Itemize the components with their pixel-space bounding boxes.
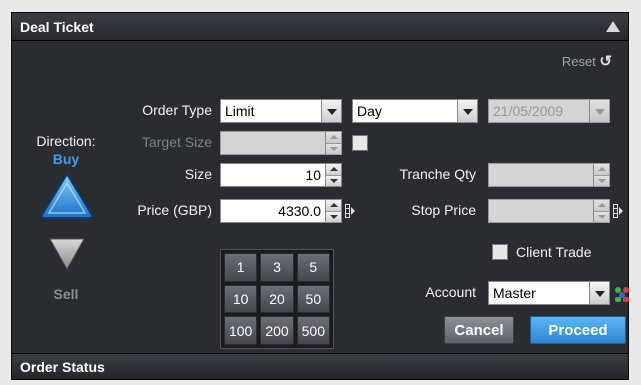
target-size-checkbox[interactable] [352,135,368,151]
stop-price-label: Stop Price [411,202,476,218]
direction-value: Buy [52,151,80,167]
sell-arrow-icon[interactable] [48,237,86,271]
expiry-date-value: 21/05/2009 [493,103,564,119]
keypad-key[interactable]: 500 [296,316,330,345]
client-trade-label: Client Trade [516,244,592,260]
keypad-key[interactable]: 1 [224,253,258,282]
panel-body: Reset ↺ Direction: Buy Sell Order Type L… [12,41,631,353]
stepper-buttons[interactable] [325,132,341,154]
client-trade-checkbox[interactable] [492,244,508,260]
stop-price-stepper[interactable] [488,199,610,223]
proceed-button[interactable]: Proceed [530,316,626,344]
order-status-bar[interactable]: Order Status [12,353,628,379]
duration-select[interactable]: Day [352,99,478,123]
order-type-value: Limit [225,103,255,119]
size-stepper[interactable]: 10 [220,163,342,187]
account-value: Master [493,285,536,301]
keypad-key[interactable]: 10 [224,284,258,314]
keypad-key[interactable]: 100 [224,316,258,345]
account-select[interactable]: Master [488,281,610,305]
keypad-key[interactable]: 50 [296,284,330,314]
keypad-key[interactable]: 3 [260,253,294,282]
order-type-label: Order Type [142,102,212,118]
price-stepper[interactable]: 4330.0 [220,199,342,223]
stepper-buttons[interactable] [593,164,609,186]
reset-button[interactable]: Reset ↺ [562,52,612,70]
stepper-buttons[interactable] [325,164,341,186]
duration-value: Day [357,103,382,119]
deal-ticket-panel: Deal Ticket Reset ↺ Direction: Buy Sell … [11,12,629,380]
refresh-icon: ↺ [599,53,612,70]
chevron-down-icon[interactable] [589,100,609,122]
size-label: Size [184,166,212,182]
order-status-title: Order Status [20,359,105,375]
tranche-qty-label: Tranche Qty [399,166,476,182]
keypad-key[interactable]: 5 [296,253,330,282]
panel-title: Deal Ticket [20,19,94,35]
quantity-keypad: 1 3 5 10 20 50 100 200 500 [220,249,334,349]
reset-label: Reset [561,54,596,69]
price-value: 4330.0 [278,203,321,219]
chevron-down-icon[interactable] [589,282,609,304]
expiry-date-select[interactable]: 21/05/2009 [488,99,610,123]
price-ladder-icon[interactable] [345,204,355,218]
target-size-label: Target Size [141,134,212,150]
account-label: Account [425,284,476,300]
cancel-button[interactable]: Cancel [444,316,514,344]
keypad-key[interactable]: 200 [260,316,294,345]
order-type-select[interactable]: Limit [220,99,342,123]
collapse-icon[interactable] [606,21,620,32]
keypad-key[interactable]: 20 [260,284,294,314]
account-group-icon[interactable] [613,285,631,303]
size-value: 10 [305,167,321,183]
direction-label: Direction: [36,133,96,149]
tranche-qty-stepper[interactable] [488,163,610,187]
chevron-down-icon[interactable] [321,100,341,122]
stepper-buttons[interactable] [325,200,341,222]
chevron-down-icon[interactable] [457,100,477,122]
stepper-buttons[interactable] [593,200,609,222]
sell-label: Sell [53,286,79,302]
title-bar: Deal Ticket [12,13,628,41]
price-label: Price (GBP) [137,202,212,218]
target-size-stepper[interactable] [220,131,342,155]
buy-arrow-icon[interactable] [40,171,94,221]
stop-price-ladder-icon[interactable] [613,204,623,218]
